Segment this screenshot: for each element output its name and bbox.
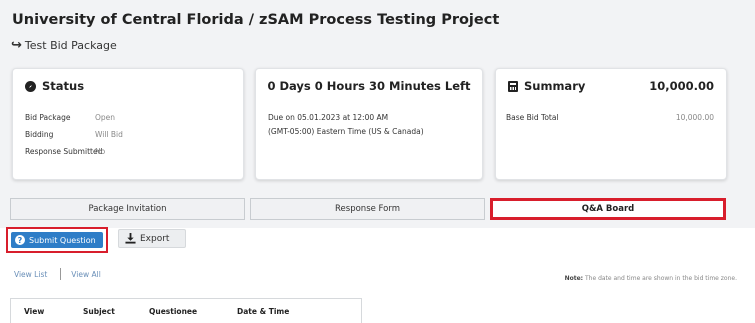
questions-table-header: View Subject Questionee Date & Time [10, 298, 362, 323]
column-header-date-time[interactable]: Date & Time [237, 307, 289, 316]
column-header-subject[interactable]: Subject [83, 307, 115, 316]
note-label: Note: [564, 275, 584, 282]
download-icon [125, 233, 136, 244]
tab-package-invitation[interactable]: Package Invitation [10, 198, 245, 220]
due-date: Due on 05.01.2023 at 12:00 AM [268, 113, 389, 122]
summary-total: 10,000.00 [649, 79, 714, 93]
view-list-link[interactable]: View List [14, 270, 47, 279]
submit-question-label: Submit Question [29, 235, 96, 245]
export-label: Export [140, 233, 170, 244]
status-card-title: Status [42, 79, 85, 93]
submit-question-highlight: ? Submit Question [6, 227, 108, 253]
summary-row-base-bid: Base Bid Total 10,000.00 [506, 113, 714, 122]
note-text: The date and time are shown in the bid t… [585, 275, 737, 282]
status-card-header: Status [25, 79, 84, 93]
status-row-key: Bid Package [25, 113, 71, 122]
time-zone: (GMT-05:00) Eastern Time (US & Canada) [268, 127, 424, 136]
page: University of Central Florida / zSAM Pro… [0, 0, 755, 323]
question-icon: ? [15, 235, 25, 245]
status-row-response-submitted: Response Submitted No [25, 147, 105, 156]
summary-card: Summary 10,000.00 Base Bid Total 10,000.… [495, 68, 727, 180]
status-row-value: Will Bid [95, 130, 123, 139]
status-row-key: Bidding [25, 130, 54, 139]
status-card: Status Bid Package Open Bidding Will Bid… [12, 68, 244, 180]
column-header-view[interactable]: View [24, 307, 44, 316]
export-button[interactable]: Export [118, 229, 186, 248]
status-row-bidding: Bidding Will Bid [25, 130, 123, 139]
status-row-key: Response Submitted [25, 147, 103, 156]
return-arrow-icon: ↪ [11, 38, 22, 53]
time-zone-note: Note: The date and time are shown in the… [565, 275, 737, 282]
column-header-questionee[interactable]: Questionee [149, 307, 197, 316]
breadcrumb: ↪ Test Bid Package [11, 38, 117, 53]
links-divider [60, 268, 62, 280]
status-row-value: No [95, 147, 106, 156]
bid-package-name: Test Bid Package [24, 39, 117, 52]
tab-response-form[interactable]: Response Form [250, 198, 485, 220]
time-remaining-title: 0 Days 0 Hours 30 Minutes Left [267, 79, 471, 93]
summary-row-key: Base Bid Total [506, 113, 559, 122]
status-row-value: Open [95, 113, 116, 122]
summary-card-title: Summary [524, 79, 586, 93]
tab-qa-board[interactable]: Q&A Board [490, 198, 726, 220]
submit-question-button[interactable]: ? Submit Question [11, 232, 103, 248]
compass-icon [25, 80, 36, 92]
time-remaining-card: 0 Days 0 Hours 30 Minutes Left Due on 05… [255, 68, 483, 180]
view-all-link[interactable]: View All [71, 270, 100, 279]
view-links: View List View All [14, 268, 101, 280]
status-row-bid-package: Bid Package Open [25, 113, 115, 122]
page-title: University of Central Florida / zSAM Pro… [12, 12, 500, 28]
summary-card-header: Summary [508, 79, 585, 93]
calculator-icon [508, 80, 518, 92]
summary-row-value: 10,000.00 [675, 113, 714, 122]
